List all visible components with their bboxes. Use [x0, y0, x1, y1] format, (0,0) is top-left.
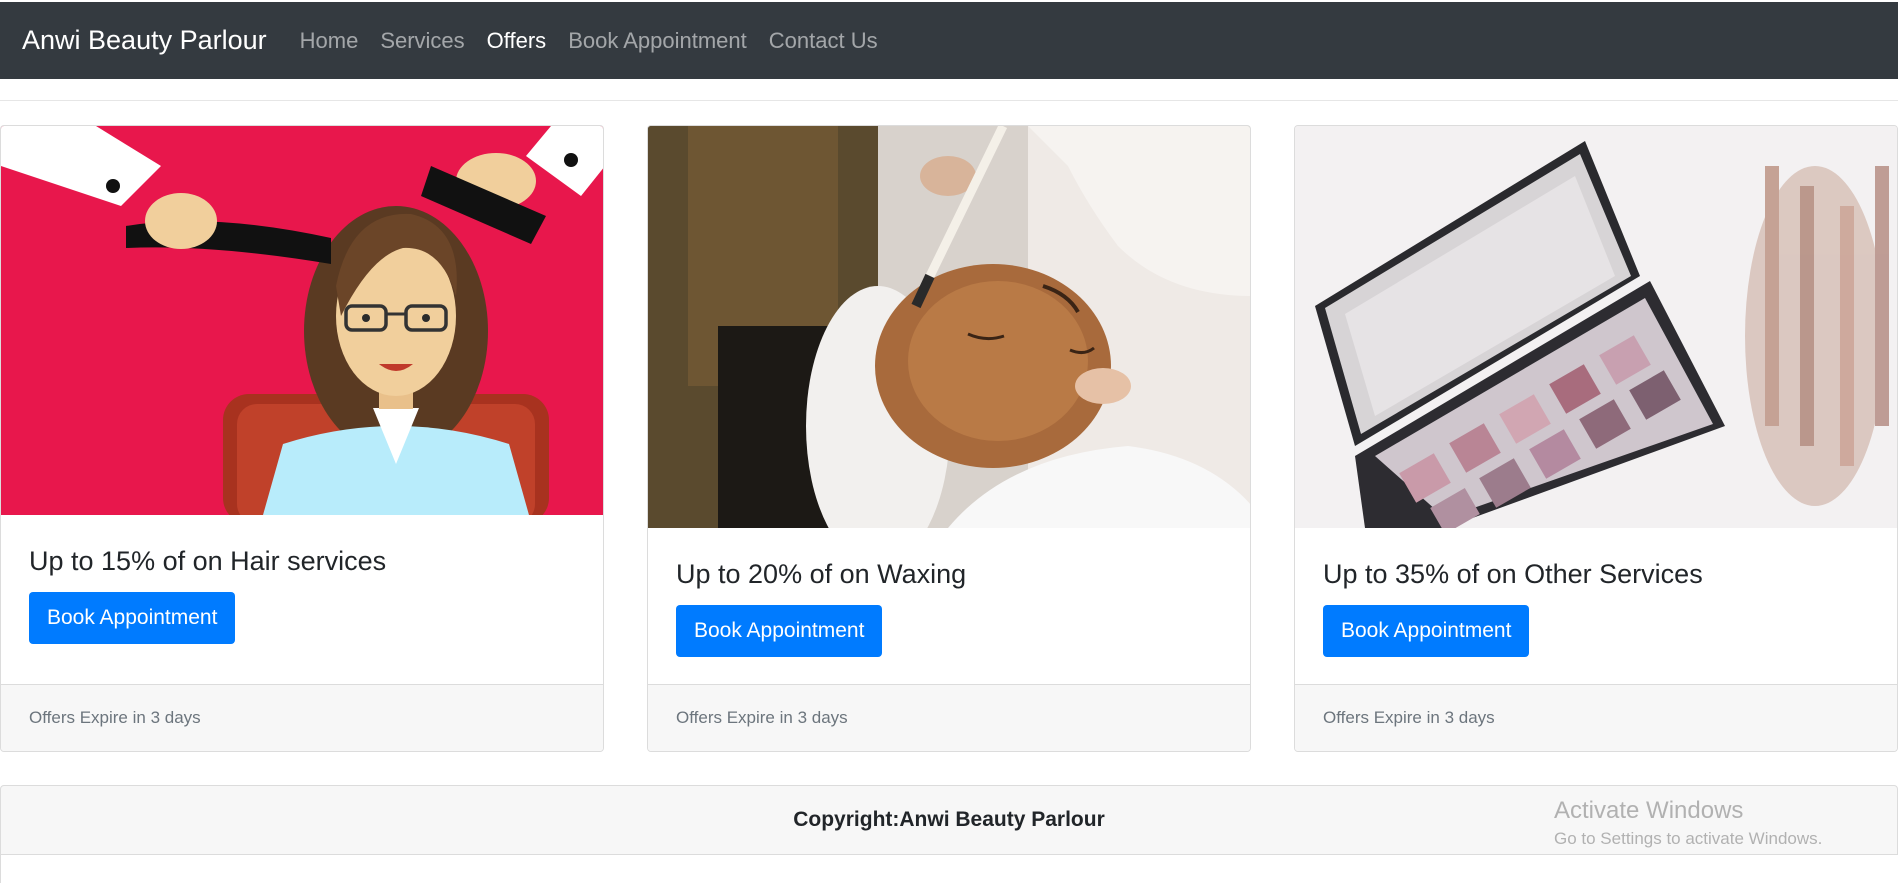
- offer-title: Up to 35% of on Other Services: [1323, 559, 1703, 589]
- book-appointment-button[interactable]: Book Appointment: [676, 605, 883, 657]
- hair-styling-image: [1, 126, 603, 515]
- nav-offers[interactable]: Offers: [487, 28, 547, 54]
- offer-title: Up to 15% of on Hair services: [29, 546, 387, 576]
- offer-expiry-text: Offers Expire in 3 days: [1323, 708, 1495, 727]
- watermark-subtitle: Go to Settings to activate Windows.: [1554, 829, 1823, 848]
- book-appointment-button[interactable]: Book Appointment: [1323, 605, 1530, 657]
- divider: [0, 100, 1898, 101]
- offer-title: Up to 20% of on Waxing: [676, 559, 967, 589]
- offer-expiry-footer: Offers Expire in 3 days: [648, 684, 1250, 751]
- copyright-text: Copyright:Anwi Beauty Parlour: [793, 808, 1105, 831]
- nav-services[interactable]: Services: [380, 28, 464, 54]
- offer-expiry-footer: Offers Expire in 3 days: [1295, 684, 1897, 751]
- offer-card-hair: Up to 15% of on Hair services Book Appoi…: [0, 125, 604, 752]
- nav-home[interactable]: Home: [300, 28, 359, 54]
- brand-logo-text[interactable]: Anwi Beauty Parlour: [22, 25, 267, 56]
- watermark-title: Activate Windows: [1554, 797, 1744, 824]
- offer-card-waxing: Up to 20% of on Waxing Book Appointment …: [647, 125, 1251, 752]
- offer-expiry-text: Offers Expire in 3 days: [29, 708, 201, 727]
- nav-book-appointment[interactable]: Book Appointment: [568, 28, 747, 54]
- navbar: Anwi Beauty Parlour Home Services Offers…: [0, 2, 1898, 79]
- book-appointment-button[interactable]: Book Appointment: [29, 592, 236, 644]
- offer-expiry-text: Offers Expire in 3 days: [676, 708, 848, 727]
- eyeshadow-palette-image: [1295, 126, 1897, 528]
- facial-mask-image: [648, 126, 1250, 528]
- footer-body: [0, 855, 1898, 883]
- offer-card-other: Up to 35% of on Other Services Book Appo…: [1294, 125, 1898, 752]
- activate-windows-watermark: Activate Windows Go to Settings to activ…: [1554, 797, 1822, 849]
- offer-expiry-footer: Offers Expire in 3 days: [1, 684, 603, 751]
- nav-contact-us[interactable]: Contact Us: [769, 28, 878, 54]
